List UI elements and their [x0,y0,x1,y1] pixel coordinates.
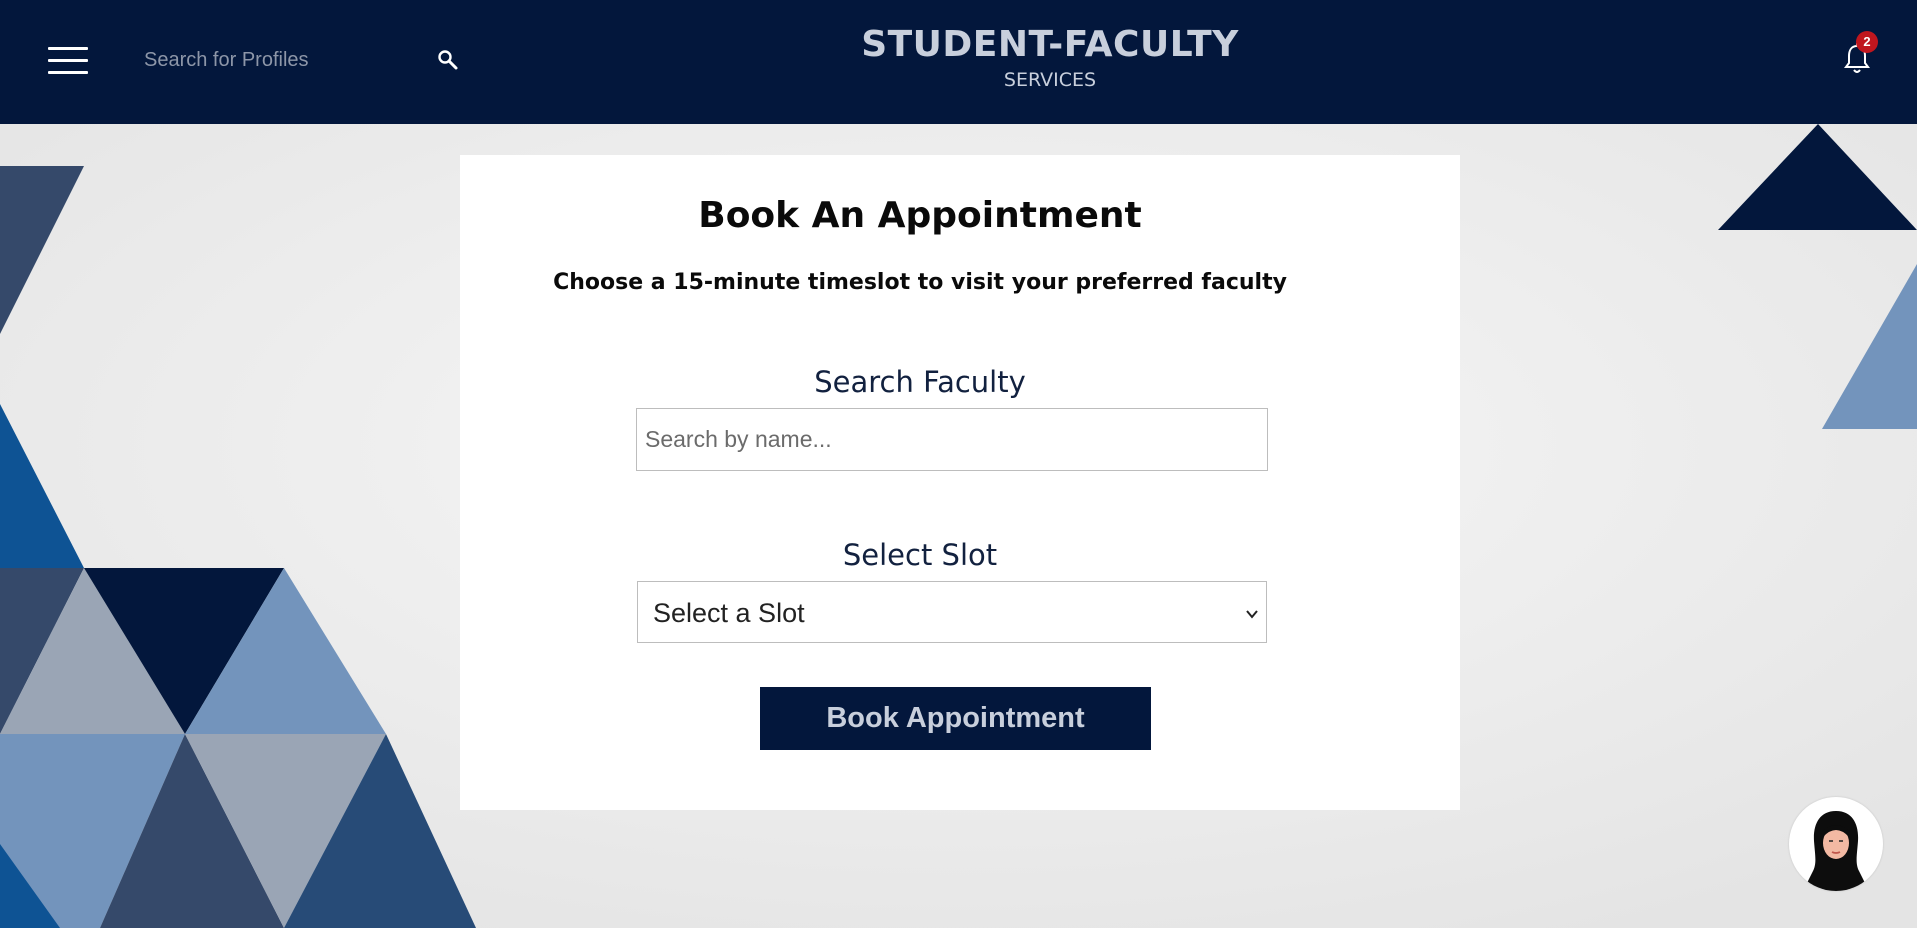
slot-select[interactable]: Select a Slot [637,581,1267,643]
faculty-search-input[interactable] [636,408,1268,471]
brand-title: STUDENT-FACULTY [861,24,1239,65]
top-header: STUDENT-FACULTY SERVICES 2 [0,0,1917,124]
appointment-card: Book An Appointment Choose a 15-minute t… [460,155,1460,810]
hamburger-menu-icon[interactable] [48,47,88,75]
chevron-down-icon [1246,610,1258,619]
page-subtitle: Choose a 15-minute timeslot to visit you… [553,270,1287,295]
book-appointment-button[interactable]: Book Appointment [760,687,1151,750]
page-title: Book An Appointment [698,195,1142,236]
avatar-icon [1803,811,1869,891]
brand-logo[interactable]: STUDENT-FACULTY SERVICES [850,24,1250,91]
search-icon[interactable] [436,48,460,72]
brand-subtitle: SERVICES [1003,69,1097,91]
assistant-avatar[interactable] [1789,797,1883,891]
search-faculty-label: Search Faculty [814,365,1026,399]
profile-search-input[interactable] [144,44,444,76]
profile-search [144,44,464,76]
notification-badge: 2 [1856,31,1878,53]
slot-select-value: Select a Slot [653,598,805,628]
select-slot-label: Select Slot [842,538,998,572]
